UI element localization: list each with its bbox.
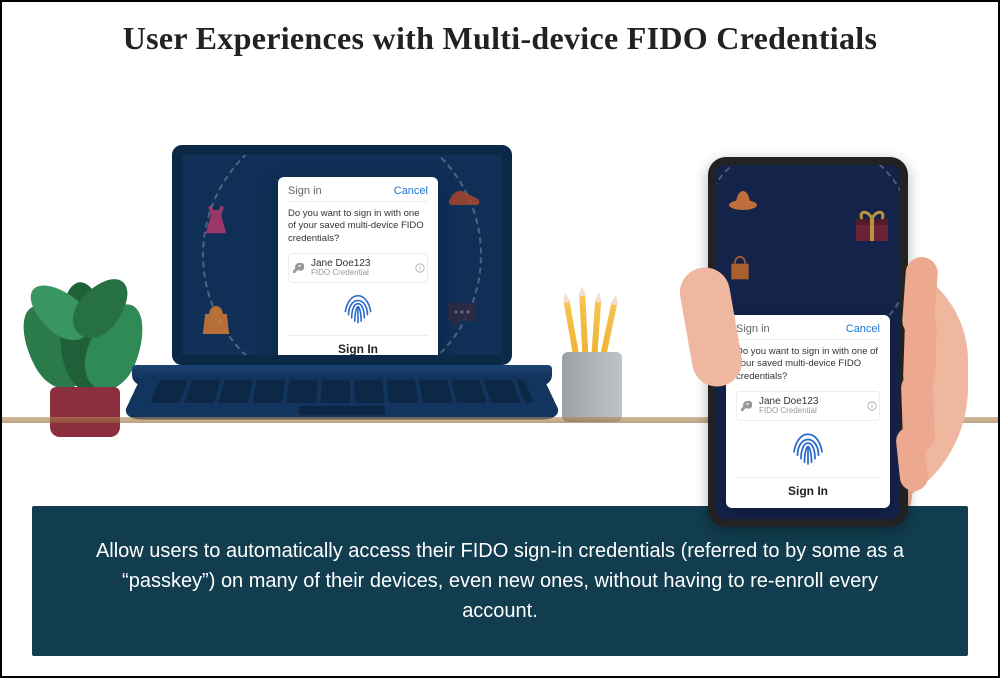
dialog-title: Sign in — [288, 185, 322, 197]
illustration-stage: Sign in Cancel Do you want to sign in wi… — [2, 67, 998, 507]
handbag-icon — [726, 255, 754, 281]
credential-row[interactable]: Jane Doe123 FIDO Credential — [736, 391, 880, 421]
hat-icon — [728, 189, 758, 211]
credential-sublabel: FIDO Credential — [759, 407, 861, 416]
plant-decoration — [20, 187, 140, 437]
laptop-keyboard — [121, 375, 563, 419]
signin-dialog: Sign in Cancel Do you want to sign in wi… — [278, 177, 438, 365]
signin-dialog: Sign in Cancel Do you want to sign in wi… — [726, 315, 890, 508]
laptop-screen: Sign in Cancel Do you want to sign in wi… — [172, 145, 512, 365]
dialog-prompt: Do you want to sign in with one of your … — [288, 208, 428, 245]
key-icon — [291, 261, 305, 275]
dialog-title: Sign in — [736, 323, 770, 335]
chat-icon — [446, 301, 478, 329]
dialog-prompt: Do you want to sign in with one of your … — [736, 346, 880, 383]
page-title: User Experiences with Multi-device FIDO … — [2, 2, 998, 67]
pencil-cup-decoration — [557, 307, 627, 422]
credential-row[interactable]: Jane Doe123 FIDO Credential — [288, 253, 428, 283]
gift-icon — [852, 205, 892, 243]
phone-screen: Sign in Cancel Do you want to sign in wi… — [716, 165, 900, 519]
dress-icon — [200, 205, 232, 241]
info-icon[interactable] — [415, 263, 425, 273]
infographic-frame: User Experiences with Multi-device FIDO … — [0, 0, 1000, 678]
shoe-icon — [448, 185, 482, 209]
signin-button[interactable]: Sign In — [736, 477, 880, 498]
cancel-button[interactable]: Cancel — [846, 323, 880, 335]
fingerprint-icon[interactable] — [288, 291, 428, 329]
cup-body — [562, 352, 622, 422]
signin-button[interactable]: Sign In — [288, 335, 428, 356]
cancel-button[interactable]: Cancel — [394, 185, 428, 197]
laptop-device: Sign in Cancel Do you want to sign in wi… — [132, 145, 552, 475]
description-banner: Allow users to automatically access thei… — [32, 506, 968, 656]
handbag-icon — [200, 305, 232, 335]
hand-holding-phone: Sign in Cancel Do you want to sign in wi… — [648, 137, 968, 517]
info-icon[interactable] — [867, 401, 877, 411]
plant-pot — [50, 387, 120, 437]
key-icon — [739, 399, 753, 413]
credential-sublabel: FIDO Credential — [311, 269, 409, 278]
fingerprint-icon[interactable] — [736, 429, 880, 471]
